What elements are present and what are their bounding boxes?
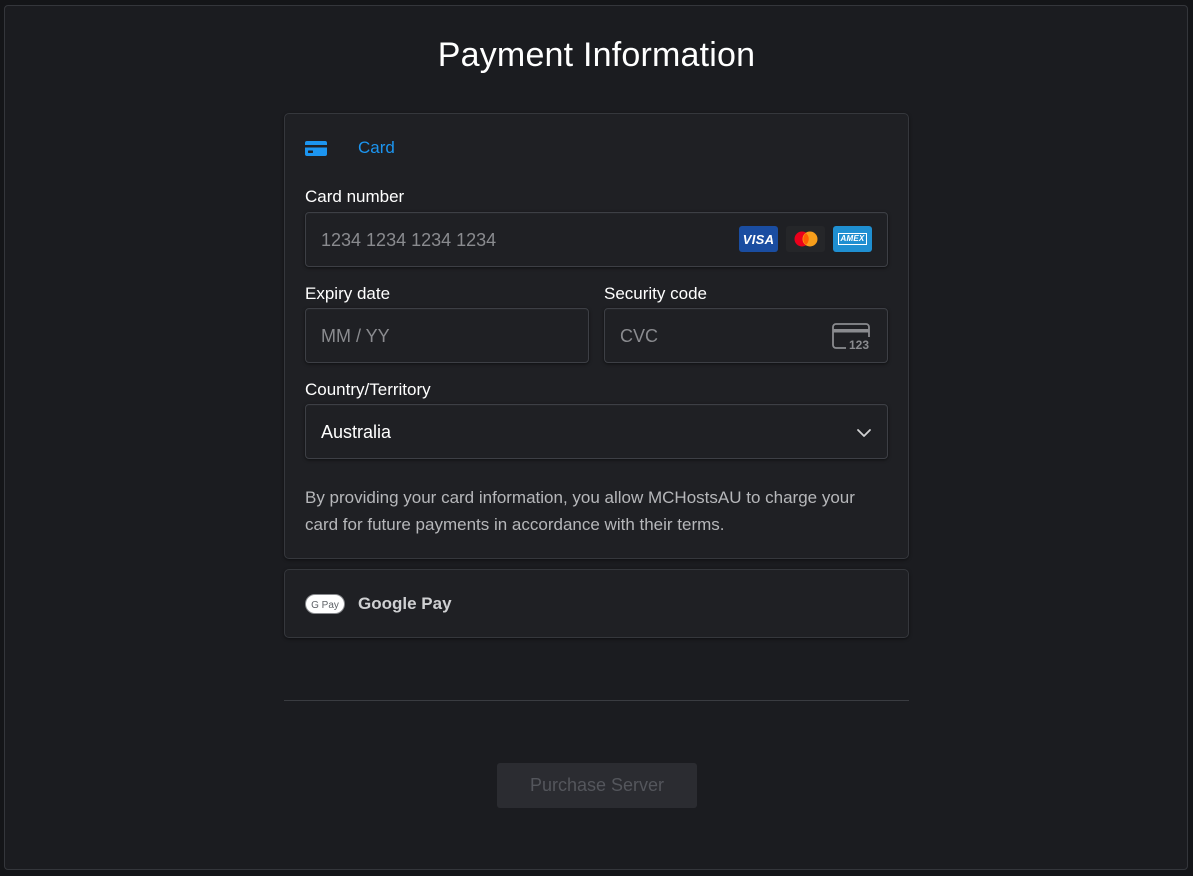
credit-card-icon: [305, 140, 327, 157]
google-pay-option[interactable]: G Pay Google Pay: [284, 569, 909, 638]
google-pay-logo-text: G Pay: [311, 600, 339, 611]
country-value: Australia: [321, 422, 392, 442]
section-divider: [284, 700, 909, 701]
visa-icon: VISA: [739, 226, 778, 252]
card-payment-panel: Card Card number 1234 1234 1234 1234 VIS…: [284, 113, 909, 559]
tab-card-label: Card: [358, 138, 395, 157]
cvc-card-icon: 123: [832, 323, 872, 351]
google-pay-icon: G Pay: [305, 594, 345, 614]
mastercard-icon: [786, 226, 825, 252]
security-code-placeholder: CVC: [620, 326, 659, 346]
card-number-input[interactable]: 1234 1234 1234 1234 VISA AMEX: [305, 212, 888, 267]
card-number-placeholder: 1234 1234 1234 1234: [321, 230, 497, 250]
amex-icon: AMEX: [833, 226, 872, 252]
expiry-date-label: Expiry date: [305, 284, 391, 303]
amex-icon-text: AMEX: [837, 233, 868, 245]
expiry-date-placeholder: MM / YY: [321, 326, 390, 346]
purchase-server-button[interactable]: Purchase Server: [497, 763, 697, 808]
security-code-input[interactable]: CVC 123: [604, 308, 888, 363]
chevron-down-icon: [857, 429, 871, 437]
cvc-icon-text: 123: [849, 338, 869, 351]
card-brand-icons: VISA AMEX: [739, 226, 872, 252]
card-authorization-disclaimer: By providing your card information, you …: [305, 488, 855, 534]
page-title: Payment Information: [437, 36, 756, 74]
tab-card[interactable]: Card: [305, 138, 395, 158]
country-select[interactable]: Australia: [305, 404, 888, 459]
country-label: Country/Territory: [305, 380, 431, 399]
visa-icon-text: VISA: [742, 231, 775, 247]
google-pay-label: Google Pay: [358, 594, 452, 613]
card-number-label: Card number: [305, 187, 405, 206]
expiry-date-input[interactable]: MM / YY: [305, 308, 589, 363]
security-code-label: Security code: [604, 284, 707, 303]
